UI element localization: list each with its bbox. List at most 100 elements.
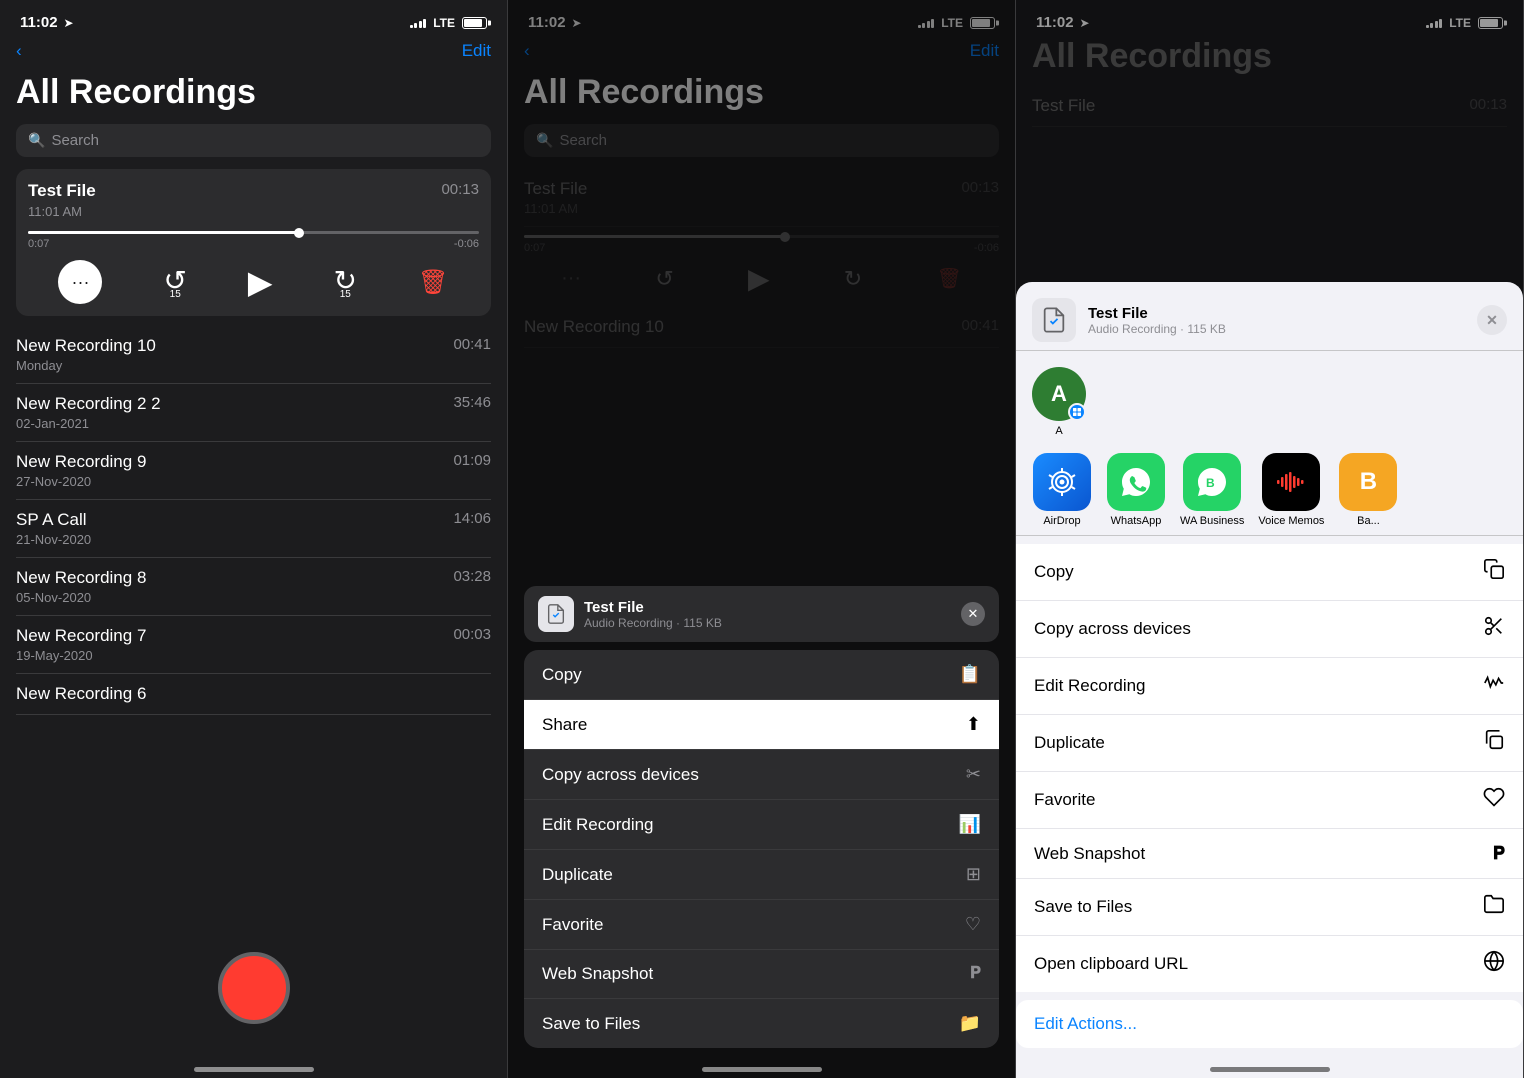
menu-label-edit-recording: Edit Recording [542,815,654,835]
panel-1: 11:02 ➤ LTE ‹ Edit All Recordings 🔍 Sear… [0,0,508,1078]
chip-file-name: Test File [584,599,951,616]
wabusiness-icon: B [1183,453,1241,511]
more-button-1[interactable]: ··· [58,260,102,304]
ba-icon: B [1339,453,1397,511]
waveform-time-right: -0:06 [454,238,479,250]
menu-item-duplicate[interactable]: Duplicate ⊞ [524,850,999,900]
menu-item-favorite[interactable]: Favorite ♡ [524,900,999,950]
page-title-1: All Recordings [16,73,256,111]
svg-text:B: B [1206,476,1215,490]
play-button-1[interactable]: ▶ [248,263,273,301]
location-icon-1: ➤ [64,16,74,30]
action-duplicate[interactable]: Duplicate [1016,715,1523,772]
copy-action-icon [1483,558,1505,586]
list-item[interactable]: New Recording 8 03:28 05-Nov-2020 [16,558,491,616]
share-sheet: Test File Audio Recording · 115 KB ✕ A [1016,282,1523,1078]
expanded-meta-1: 11:01 AM [28,204,82,219]
status-icons-1: LTE [410,16,487,30]
context-menu-overlay: Test File Audio Recording · 115 KB ✕ Cop… [508,0,1015,1078]
action-open-clipboard-label: Open clipboard URL [1034,954,1188,974]
scissors-action-icon [1483,615,1505,643]
list-item[interactable]: SP A Call 14:06 21-Nov-2020 [16,500,491,558]
app-item-ba[interactable]: B Ba... [1338,453,1398,527]
record-button-1[interactable] [218,952,290,1024]
share-close-button[interactable]: ✕ [1477,305,1507,335]
app-item-airdrop[interactable]: AirDrop [1032,453,1092,527]
lte-label-1: LTE [433,16,455,30]
menu-label-favorite: Favorite [542,915,603,935]
share-actions: Copy Copy across devices [1016,544,1523,992]
list-item[interactable]: New Recording 2 2 35:46 02-Jan-2021 [16,384,491,442]
playback-controls-1: ··· ↺ 15 ▶ ↻ 15 🗑 [28,260,479,304]
menu-item-save-files[interactable]: Save to Files 📁 [524,999,999,1048]
pocket-icon: 𝐏 [970,965,981,983]
app-item-voicememos[interactable]: Voice Memos [1258,453,1324,527]
delete-button-1[interactable]: 🗑 [418,268,448,297]
share-file-icon [1032,298,1076,342]
nav-bar-1: ‹ Edit [0,37,507,69]
menu-label-copy: Copy [542,665,582,685]
heart-icon: ♡ [965,914,981,935]
menu-item-copy-across[interactable]: Copy across devices ✂ [524,750,999,800]
menu-item-web-snapshot[interactable]: Web Snapshot 𝐏 [524,950,999,999]
search-placeholder-1: Search [51,132,99,149]
folder-action-icon [1483,893,1505,921]
edit-actions-button[interactable]: Edit Actions... [1016,1000,1523,1048]
action-web-snapshot[interactable]: Web Snapshot 𝐏 [1016,829,1523,879]
panel-3: 11:02 ➤ LTE All Recordings Test File 00:… [1016,0,1524,1078]
home-indicator-3 [1016,1048,1523,1078]
chip-close-button[interactable]: ✕ [961,602,985,626]
list-item[interactable]: New Recording 7 00:03 19-May-2020 [16,616,491,674]
action-save-files-label: Save to Files [1034,897,1132,917]
duplicate-icon: ⊞ [966,864,981,885]
waveform-time-left: 0:07 [28,238,49,250]
record-button-area-1 [0,936,507,1048]
search-bar-1[interactable]: 🔍 Search [16,124,491,157]
menu-item-edit-recording[interactable]: Edit Recording 📊 [524,800,999,850]
forward-button-1[interactable]: ↻ 15 [334,264,357,300]
menu-item-copy[interactable]: Copy 📋 [524,650,999,700]
action-edit-recording-label: Edit Recording [1034,676,1146,696]
voicememos-icon [1262,453,1320,511]
edit-actions-label: Edit Actions... [1034,1014,1137,1033]
edit-button-1[interactable]: Edit [462,41,491,61]
action-favorite[interactable]: Favorite [1016,772,1523,829]
contact-avatar: A [1032,367,1086,421]
home-indicator-1 [0,1048,507,1078]
menu-label-save-files: Save to Files [542,1014,640,1034]
app-item-whatsapp[interactable]: WhatsApp [1106,453,1166,527]
share-file-name: Test File [1088,305,1465,322]
rewind-button-1[interactable]: ↺ 15 [163,264,186,300]
waveform-icon: 📊 [959,814,981,835]
action-web-snapshot-label: Web Snapshot [1034,844,1145,864]
back-button-1[interactable]: ‹ [16,41,22,61]
wabusiness-label: WA Business [1180,515,1244,527]
action-save-files[interactable]: Save to Files [1016,879,1523,936]
airdrop-icon [1033,453,1091,511]
app-item-wabusiness[interactable]: B WA Business [1180,453,1244,527]
waveform-action-icon [1483,672,1505,700]
menu-item-share[interactable]: Share ⬆ [524,700,999,750]
menu-label-web-snapshot: Web Snapshot [542,964,653,984]
recording-expanded-1[interactable]: Test File 00:13 11:01 AM 0:07 -0:06 ··· [16,169,491,316]
contact-item[interactable]: A A [1032,367,1086,437]
share-file-meta: Audio Recording · 115 KB [1088,322,1465,336]
action-favorite-label: Favorite [1034,790,1095,810]
status-bar-1: 11:02 ➤ LTE [0,0,507,37]
whatsapp-icon [1107,453,1165,511]
copy-icon: 📋 [959,664,981,685]
list-item[interactable]: New Recording 6 [16,674,491,715]
battery-icon-1 [462,17,487,29]
recordings-list-1: Test File 00:13 11:01 AM 0:07 -0:06 ··· [0,169,507,936]
contact-badge [1068,403,1086,421]
contact-name: A [1055,425,1062,437]
action-copy[interactable]: Copy [1016,544,1523,601]
action-open-clipboard[interactable]: Open clipboard URL [1016,936,1523,992]
action-edit-recording[interactable]: Edit Recording [1016,658,1523,715]
page-header-1: All Recordings [0,69,507,124]
menu-label-copy-across: Copy across devices [542,765,699,785]
list-item[interactable]: New Recording 10 00:41 Monday [16,326,491,384]
list-item[interactable]: New Recording 9 01:09 27-Nov-2020 [16,442,491,500]
share-header: Test File Audio Recording · 115 KB ✕ [1016,282,1523,351]
action-copy-across[interactable]: Copy across devices [1016,601,1523,658]
